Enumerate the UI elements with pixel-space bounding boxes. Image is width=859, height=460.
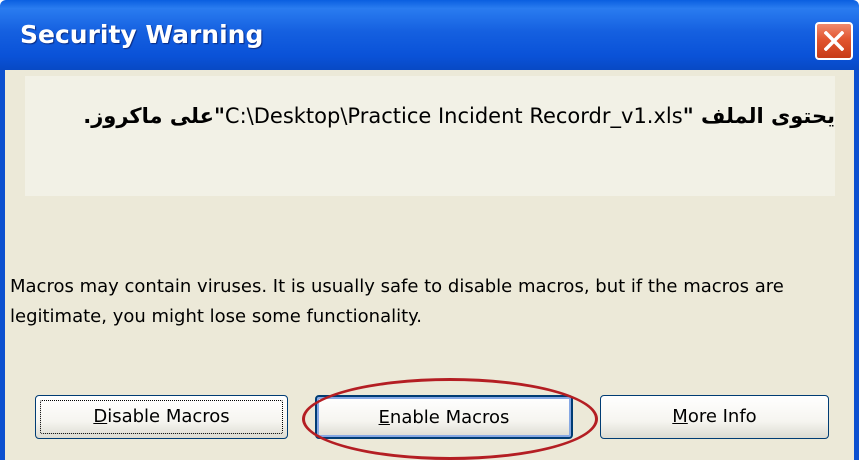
disable-macros-label: Disable Macros — [93, 406, 230, 427]
macro-warning-text: Macros may contain viruses. It is usuall… — [10, 276, 784, 327]
close-icon — [824, 31, 844, 51]
close-button[interactable] — [815, 22, 853, 60]
message-prefix: يحتوى الملف " — [682, 104, 835, 128]
title-bar[interactable]: Security Warning — [0, 0, 859, 70]
file-path: C:\Desktop\Practice Incident Recordr_v1.… — [224, 104, 683, 128]
security-warning-dialog: Security Warning يحتوى الملف "C:\Desktop… — [0, 0, 859, 460]
message-area: يحتوى الملف "C:\Desktop\Practice Inciden… — [25, 76, 835, 196]
highlight-annotation — [302, 378, 598, 460]
message-suffix: "على ماكروز. — [83, 104, 225, 128]
more-info-button[interactable]: More Info — [600, 395, 829, 439]
dialog-title: Security Warning — [20, 20, 264, 49]
window-frame-right — [854, 70, 859, 460]
disable-macros-button[interactable]: Disable Macros — [35, 395, 288, 439]
more-info-label: More Info — [672, 406, 757, 427]
macro-file-message: يحتوى الملف "C:\Desktop\Practice Inciden… — [45, 98, 835, 134]
